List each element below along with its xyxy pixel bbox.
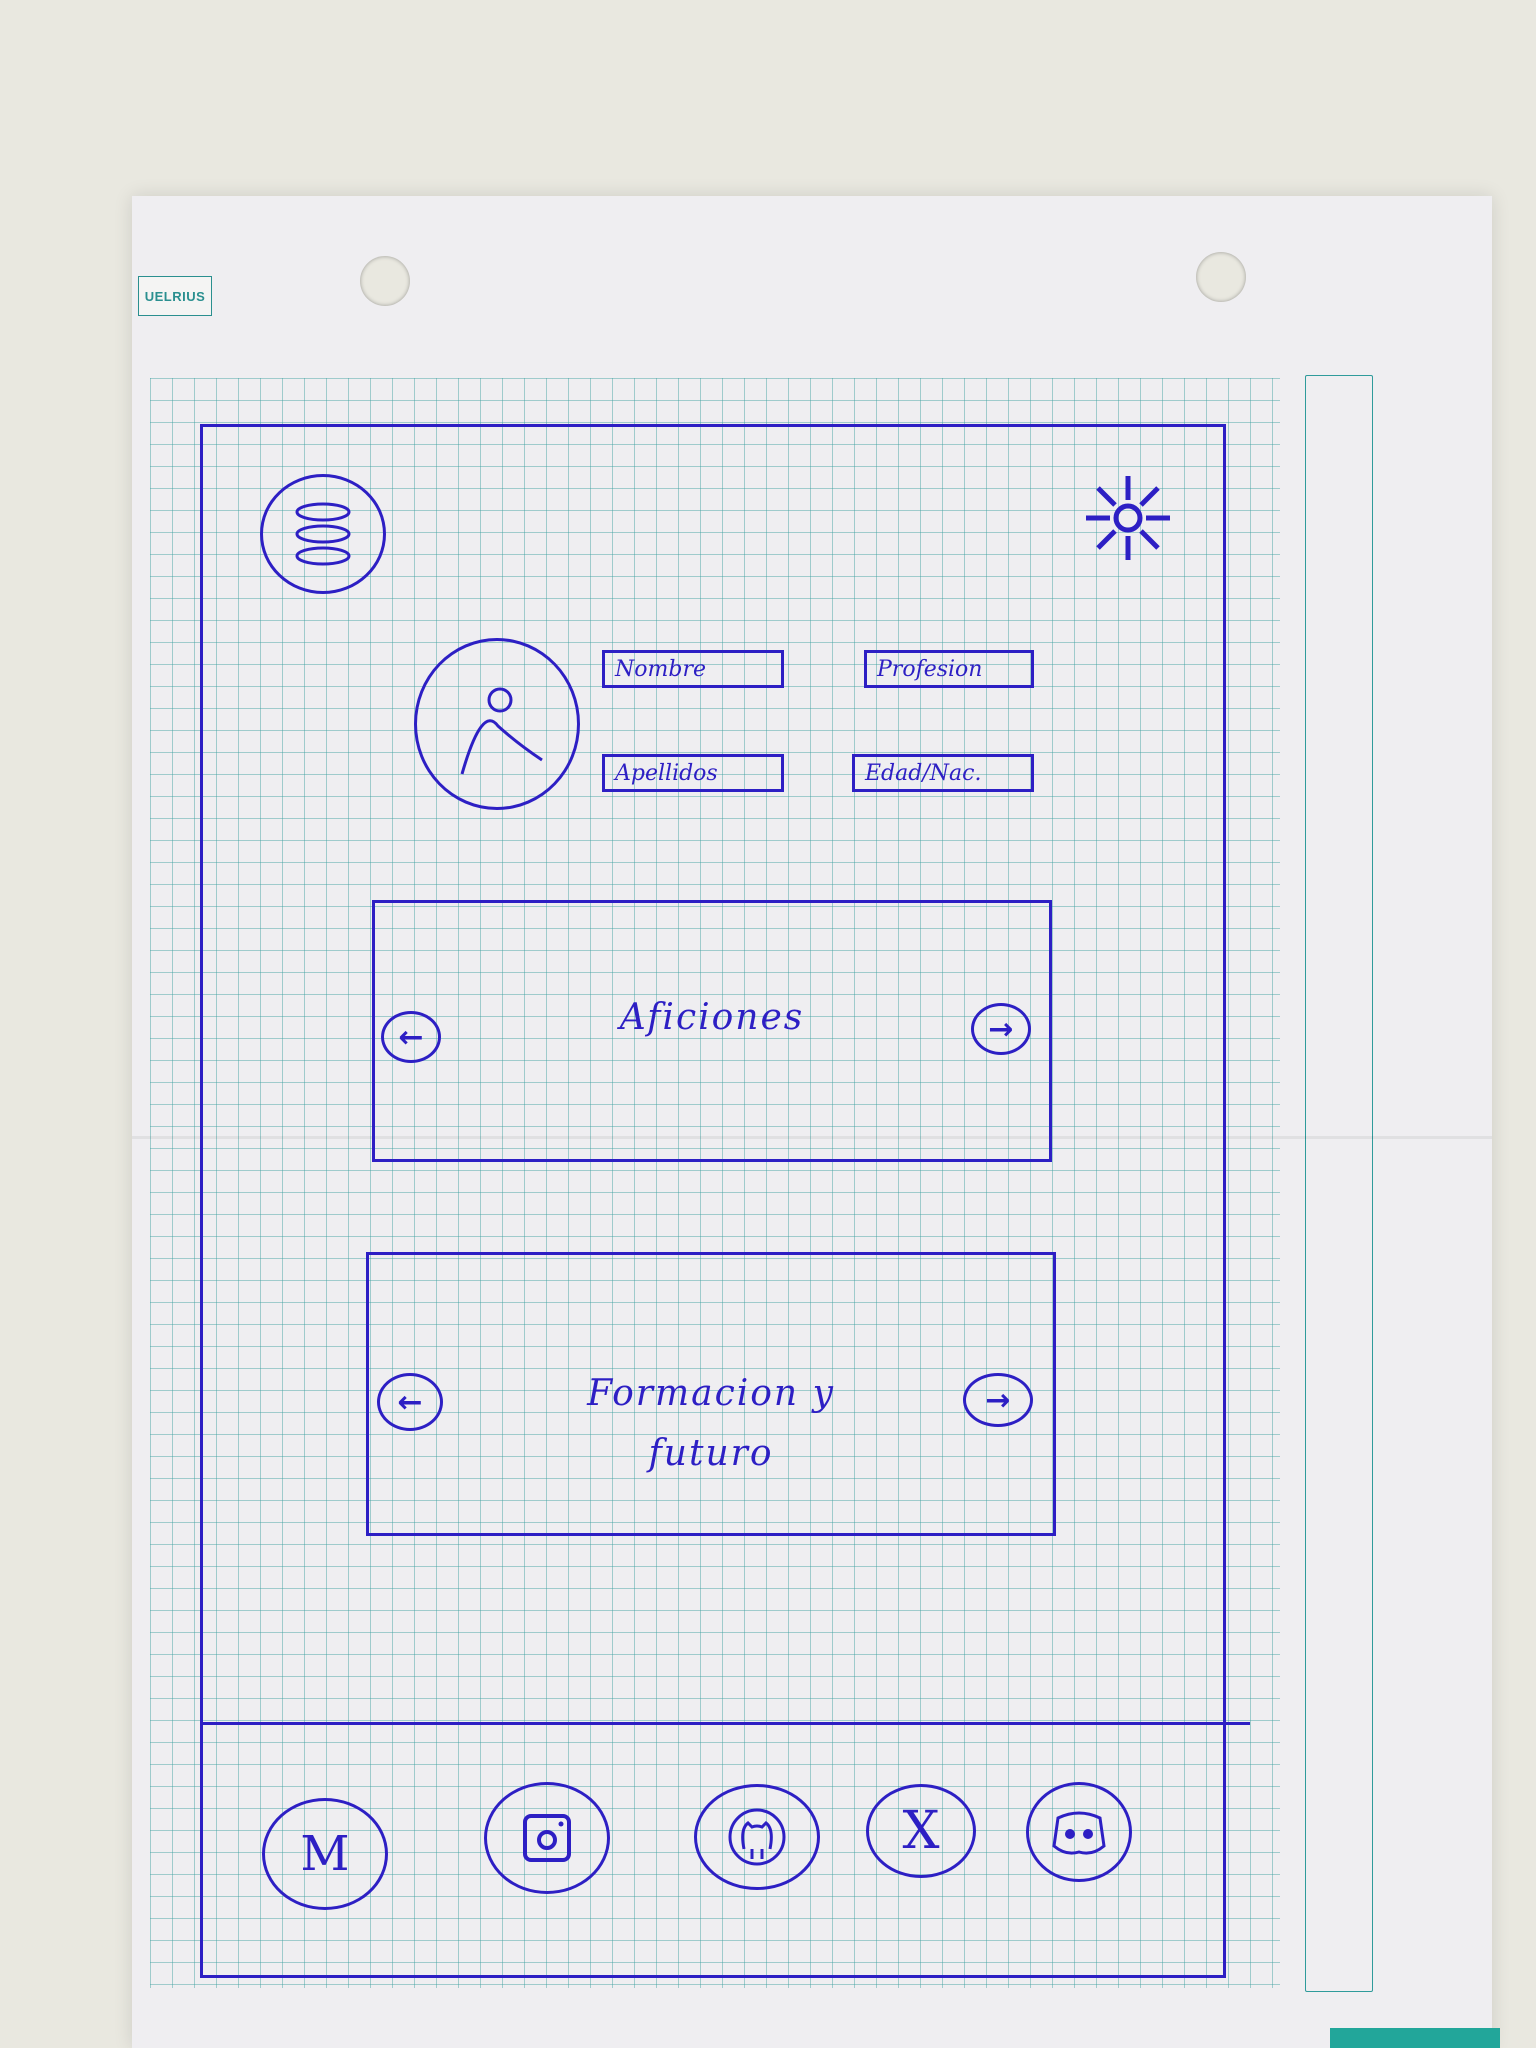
aficiones-card: Aficiones ← → xyxy=(372,900,1052,1162)
avatar[interactable] xyxy=(414,638,580,810)
instagram-icon xyxy=(523,1814,571,1862)
formacion-title-line1: Formacion y xyxy=(587,1373,835,1414)
arrow-left-icon: ← xyxy=(397,1384,423,1420)
aficiones-prev-button[interactable]: ← xyxy=(381,1011,441,1063)
gmail-social-button[interactable]: M xyxy=(262,1798,388,1910)
x-icon: X xyxy=(902,1801,940,1861)
punch-hole xyxy=(1196,252,1246,302)
nombre-field[interactable]: Nombre xyxy=(602,650,784,688)
github-social-button[interactable] xyxy=(694,1784,820,1890)
brand-tag: UELRIUS xyxy=(138,276,212,316)
aficiones-next-button[interactable]: → xyxy=(971,1003,1031,1055)
x-social-button[interactable]: X xyxy=(866,1784,976,1878)
apellidos-field[interactable]: Apellidos xyxy=(602,754,784,792)
menu-stack-icon xyxy=(295,502,351,566)
edad-field[interactable]: Edad/Nac. xyxy=(852,754,1034,792)
formacion-next-button[interactable]: → xyxy=(963,1373,1033,1427)
discord-icon xyxy=(1052,1811,1106,1855)
user-icon xyxy=(460,687,543,775)
formacion-card: Formacion y futuro ← → xyxy=(366,1252,1056,1536)
github-icon xyxy=(728,1808,786,1866)
formacion-prev-button[interactable]: ← xyxy=(377,1373,443,1431)
footer-divider xyxy=(200,1722,1250,1725)
formacion-title-line2: futuro xyxy=(648,1433,774,1474)
cover-strip xyxy=(1330,2028,1500,2048)
settings-gear-icon[interactable] xyxy=(1080,470,1176,566)
discord-social-button[interactable] xyxy=(1026,1782,1132,1882)
punch-hole xyxy=(360,256,410,306)
aficiones-title: Aficiones xyxy=(619,997,805,1038)
profesion-field[interactable]: Profesion xyxy=(864,650,1034,688)
arrow-right-icon: → xyxy=(988,1011,1014,1047)
arrow-left-icon: ← xyxy=(398,1019,424,1055)
menu-icon[interactable] xyxy=(260,474,386,594)
arrow-right-icon: → xyxy=(985,1382,1011,1418)
gear-icon xyxy=(1086,476,1170,560)
margin-line xyxy=(1305,375,1373,1992)
gmail-icon: M xyxy=(300,1826,350,1882)
instagram-social-button[interactable] xyxy=(484,1782,610,1894)
